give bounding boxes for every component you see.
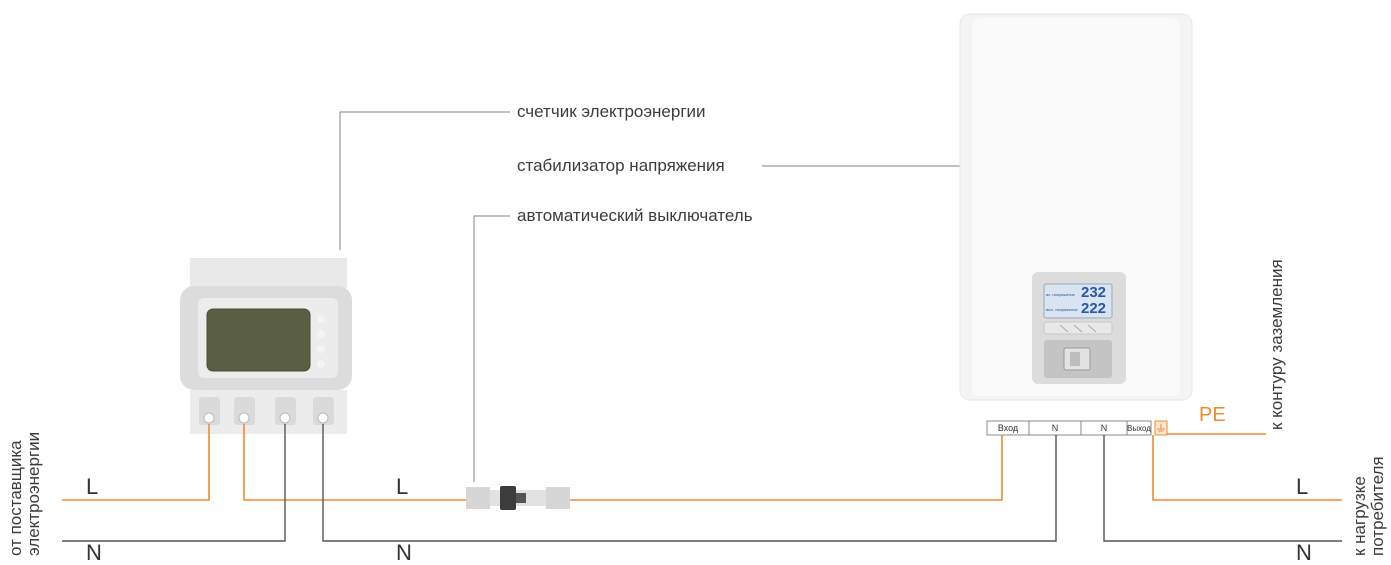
- display-caption-top: вх. напряжение: [1046, 292, 1075, 297]
- terminal-label-n-in: N: [1051, 423, 1059, 433]
- neutral-wire-meter-to-stabilizer: [322, 424, 1057, 542]
- phase-wire-input: [62, 424, 210, 501]
- wire-label-n-input: N: [86, 540, 102, 565]
- wire-label-l-input: L: [86, 474, 99, 499]
- ground-label: к контуру заземления: [1267, 259, 1286, 430]
- meter-label: счетчик электроэнергии: [517, 102, 706, 121]
- wire-label-l-middle: L: [396, 474, 409, 499]
- wire-label-l-output: L: [1296, 474, 1309, 499]
- terminal-label-input: Вход: [997, 423, 1019, 433]
- pe-label: PE: [1199, 404, 1226, 426]
- phase-wire-meter-to-breaker: [243, 424, 466, 501]
- voltage-stabilizer: [959, 13, 1193, 436]
- from-supplier-label-line1: от поставщика: [6, 440, 25, 556]
- wire-label-n-middle: N: [396, 540, 412, 565]
- display-caption-bottom: вых. напряжение: [1046, 307, 1078, 312]
- wiring-diagram: [62, 13, 1342, 542]
- phase-wire-output: [1152, 435, 1342, 501]
- from-supplier-label-line2: электроэнергии: [24, 431, 43, 556]
- display-value-top: 232: [1081, 284, 1107, 301]
- to-load-label-line2: потребителя: [1368, 456, 1387, 556]
- circuit-breaker: [466, 486, 570, 510]
- neutral-wires: [62, 424, 1342, 542]
- to-load-label-line1: к нагрузке: [1350, 476, 1369, 556]
- breaker-label: автоматический выключатель: [517, 206, 753, 225]
- terminal-label-n-out: N: [1100, 423, 1108, 433]
- electricity-meter: [180, 258, 352, 434]
- meter-leader-line: [339, 111, 510, 250]
- stabilizer-label: стабилизатор напряжения: [517, 156, 725, 175]
- phase-wire-breaker-to-stabilizer: [570, 435, 1003, 501]
- display-value-bottom: 222: [1081, 300, 1107, 317]
- terminal-label-output: Выход: [1127, 424, 1151, 433]
- meter-lcd-screen: [206, 308, 311, 372]
- breaker-leader-line: [473, 215, 510, 482]
- wire-label-n-output: N: [1296, 540, 1312, 565]
